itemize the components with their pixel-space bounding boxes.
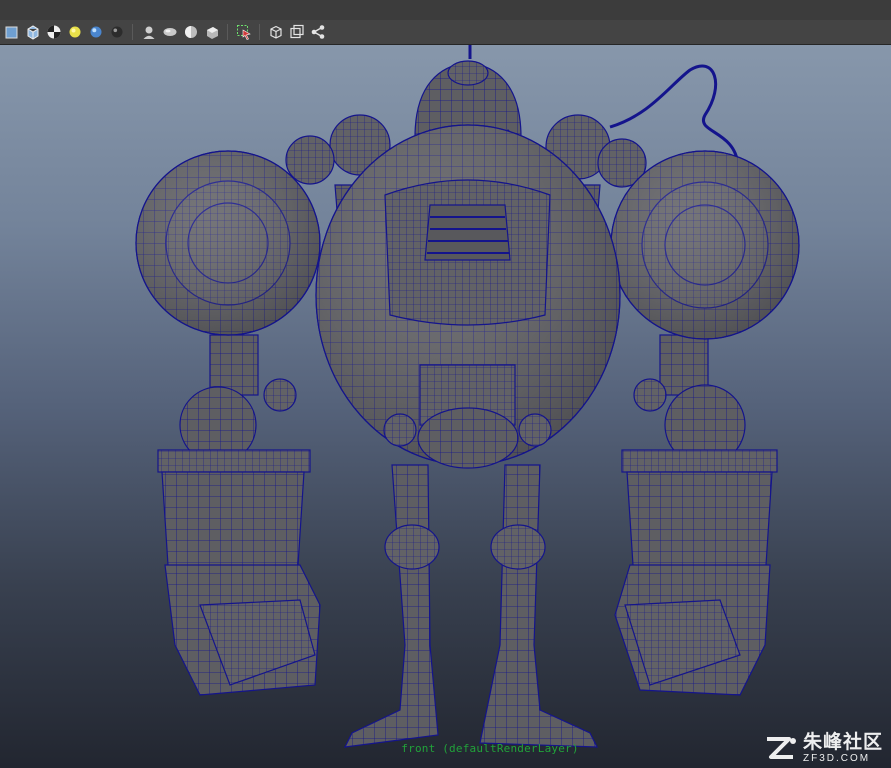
toolbar-separator [227,24,228,40]
perspective-viewport[interactable]: front (defaultRenderLayer) 朱峰社区 ZF3D.COM [0,45,891,768]
bust-icon[interactable] [140,23,158,41]
half-sphere-icon[interactable] [182,23,200,41]
camera-label: front (defaultRenderLayer) [401,742,579,755]
toolbar-separator [132,24,133,40]
watermark-chinese: 朱峰社区 [802,731,883,753]
dark-sphere-icon[interactable] [108,23,126,41]
maya-app: front (defaultRenderLayer) 朱峰社区 ZF3D.COM [0,0,891,768]
zf-logo-icon [766,736,796,759]
right-arm [614,378,778,696]
toolbar-separator [259,24,260,40]
frame-cube-icon[interactable] [288,23,306,41]
shade-pill-icon[interactable] [161,23,179,41]
blue-sphere-icon[interactable] [87,23,105,41]
menu-strip [0,0,891,21]
pelvis [383,407,552,469]
left-arm [157,378,321,696]
left-shoulder-drum [135,150,321,396]
isolate-cube-icon[interactable] [267,23,285,41]
shade-cube-icon[interactable] [203,23,221,41]
node-graph-icon[interactable] [309,23,327,41]
watermark-domain: ZF3D.COM [802,753,871,764]
watermark: 朱峰社区 ZF3D.COM [763,733,883,764]
right-shoulder-drum [610,150,800,396]
left-leg [343,464,440,748]
cube-small-icon[interactable] [3,23,21,41]
viewport-toolbar [0,20,891,45]
right-leg [479,464,598,748]
robot-wireframe-model[interactable] [0,45,891,768]
select-highlight-icon[interactable] [235,23,253,41]
checker-icon[interactable] [45,23,63,41]
wire-cube-icon[interactable] [24,23,42,41]
yellow-light-icon[interactable] [66,23,84,41]
